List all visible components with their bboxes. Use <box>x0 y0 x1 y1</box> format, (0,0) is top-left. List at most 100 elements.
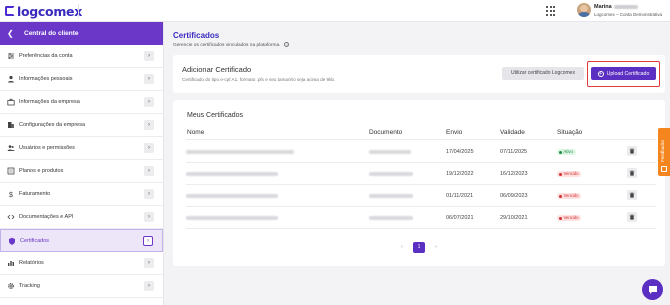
chevron-right-icon[interactable]: › <box>144 258 154 268</box>
bar-chart-icon <box>7 259 15 267</box>
top-bar: logcomex Marina Logcomex – Conta Demonst… <box>0 0 670 22</box>
sidebar-item-label: Certificados <box>20 237 50 244</box>
certificates-card: Meus Certificados Nome Documento Envio V… <box>173 100 665 266</box>
sidebar-item-relatorios[interactable]: Relatórios › <box>0 252 163 275</box>
shield-icon <box>8 237 16 245</box>
trash-icon <box>629 214 635 220</box>
feedback-icon <box>661 166 667 172</box>
add-certificate-subtitle: Certificado do tipo e-cpf A1, formato .p… <box>182 77 336 82</box>
sidebar-item-usuarios-e-permissoes[interactable]: Usuários e permissões › <box>0 137 163 160</box>
page-subtitle: Gerencie os certificados vinculados na p… <box>173 42 290 48</box>
chevron-right-icon[interactable]: › <box>144 212 154 222</box>
code-icon <box>7 213 15 221</box>
sidebar-item-faturamento[interactable]: $ Faturamento › <box>0 183 163 206</box>
certificate-name-blurred <box>186 150 294 154</box>
chevron-right-icon[interactable]: › <box>144 166 154 176</box>
upload-button-label: Upload Certificado <box>606 70 650 77</box>
chevron-right-icon[interactable]: › <box>144 74 154 84</box>
chat-bubble-icon <box>648 285 657 294</box>
sidebar-item-tracking[interactable]: Tracking › <box>0 275 163 298</box>
validade-date: 29/10/2021 <box>500 215 528 221</box>
feedback-label: Feedbacks <box>660 139 665 162</box>
sidebar-item-informacoes-da-empresa[interactable]: Informações da empresa › <box>0 91 163 114</box>
validade-date: 16/12/2023 <box>500 171 528 177</box>
avatar[interactable] <box>577 3 591 17</box>
sidebar-item-label: Preferências da conta <box>19 53 73 59</box>
column-header-envio: Envio <box>446 129 463 136</box>
sidebar-item-label: Tracking <box>19 283 40 289</box>
info-icon[interactable]: i <box>284 42 290 47</box>
table-row: 06/07/2021 29/10/2021 Vencido <box>186 207 656 229</box>
use-logcomex-certificate-button[interactable]: Utilizar certificado Logcomex <box>502 67 584 80</box>
sidebar-item-label: Planos e produtos <box>19 168 64 174</box>
sidebar-item-label: Configurações da empresa <box>19 122 86 128</box>
sidebar-item-label: Faturamento <box>19 191 51 197</box>
sidebar-title: Central do cliente <box>24 30 79 37</box>
sidebar-item-label: Relatórios <box>19 260 44 266</box>
envio-date: 19/12/2022 <box>446 171 474 177</box>
certificate-name-blurred <box>186 172 278 176</box>
gear-icon <box>7 282 15 290</box>
plus-circle-icon: + <box>597 70 604 77</box>
add-certificate-card: Adicionar Certificado Certificado do tip… <box>173 55 665 93</box>
sidebar-item-certificados[interactable]: Certificados › <box>0 229 163 252</box>
sidebar-item-documentacoes-e-api[interactable]: Documentações e API › <box>0 206 163 229</box>
sidebar-item-planos-e-produtos[interactable]: Planos e produtos › <box>0 160 163 183</box>
feedback-tab[interactable]: Feedbacks <box>658 128 670 176</box>
dollar-icon: $ <box>7 190 15 198</box>
user-company: Logcomex – Conta Demonstrativa <box>594 12 663 17</box>
chevron-right-icon[interactable]: › <box>144 120 154 130</box>
status-badge: Vencido <box>557 193 582 199</box>
chevron-right-icon[interactable]: › <box>144 97 154 107</box>
status-label: Vencido <box>563 193 579 198</box>
prev-page-button[interactable]: ‹ <box>396 242 408 253</box>
briefcase-icon <box>7 98 15 106</box>
delete-button[interactable] <box>627 190 637 200</box>
user-surname-blurred <box>613 4 638 9</box>
envio-date: 17/04/2025 <box>446 149 474 155</box>
table-row: 19/12/2022 16/12/2023 Vencido <box>186 163 656 185</box>
sidebar-item-label: Informações da empresa <box>19 99 80 105</box>
delete-button[interactable] <box>627 146 637 156</box>
trash-icon <box>629 170 635 176</box>
trash-icon <box>629 148 635 154</box>
apps-grid-icon[interactable] <box>546 6 556 16</box>
page-1-button[interactable]: 1 <box>413 242 425 253</box>
chevron-right-icon[interactable]: › <box>144 51 154 61</box>
certificate-name-blurred <box>186 194 278 198</box>
table-row: 17/04/2025 07/11/2025 Ativo <box>186 141 656 163</box>
users-icon <box>7 144 15 152</box>
list-icon <box>7 167 15 175</box>
sidebar-item-configuracoes-da-empresa[interactable]: Configurações da empresa › <box>0 114 163 137</box>
chat-button[interactable] <box>642 279 663 300</box>
certificate-name-blurred <box>186 216 278 220</box>
sliders-icon <box>7 52 15 60</box>
delete-button[interactable] <box>627 168 637 178</box>
chevron-right-icon[interactable]: › <box>144 143 154 153</box>
chevron-right-icon[interactable]: › <box>143 236 153 246</box>
status-dot <box>559 172 562 176</box>
sidebar-item-label: Documentações e API <box>19 214 74 220</box>
chevron-left-icon[interactable]: ❮ <box>7 29 17 39</box>
status-label: Ativo <box>563 149 573 154</box>
document-number-blurred <box>369 194 413 198</box>
pagination: ‹ 1 › <box>396 242 442 253</box>
column-header-validade: Validade <box>500 129 525 136</box>
next-page-button[interactable]: › <box>430 242 442 253</box>
logcomex-logo[interactable]: logcomex <box>5 3 82 19</box>
upload-highlight-box: + Upload Certificado <box>587 61 660 87</box>
status-label: Vencido <box>563 171 579 176</box>
status-badge: Ativo <box>557 149 576 155</box>
validade-date: 06/09/2023 <box>500 193 528 199</box>
logo-mark-icon <box>5 6 15 16</box>
delete-button[interactable] <box>627 212 637 222</box>
document-number-blurred <box>369 216 413 220</box>
sidebar-item-informacoes-pessoais[interactable]: Informações pessoais › <box>0 68 163 91</box>
user-name[interactable]: Marina <box>594 4 638 10</box>
status-dot <box>559 150 562 154</box>
sidebar-item-preferencias-da-conta[interactable]: Preferências da conta › <box>0 45 163 68</box>
status-dot <box>559 216 562 220</box>
upload-certificate-button[interactable]: + Upload Certificado <box>591 67 656 80</box>
chevron-right-icon[interactable]: › <box>144 189 154 199</box>
chevron-right-icon[interactable]: › <box>144 281 154 291</box>
